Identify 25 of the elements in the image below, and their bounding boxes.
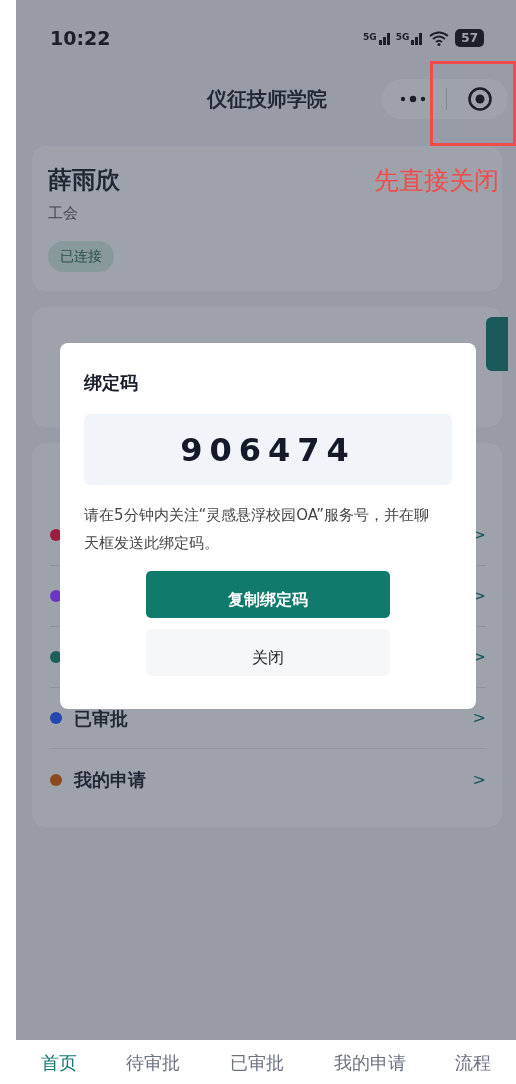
binding-code: 906474 [84, 414, 452, 485]
tab[interactable]: 我的申请 [329, 1048, 410, 1076]
tab[interactable]: 首页 [36, 1048, 81, 1076]
battery-icon: 57 [455, 29, 484, 47]
dialog-message: 请在5分钟内关注“灵感悬浮校园OA”服务号，并在聊天框发送此绑定码。 [84, 505, 431, 554]
status-badge: 已连接 [48, 240, 114, 272]
link-label[interactable]: 我的申请 [74, 766, 146, 793]
tab[interactable]: 已审批 [226, 1048, 288, 1076]
more-icon[interactable] [400, 95, 426, 103]
dialog-title: 绑定码 [84, 371, 139, 395]
annotation-text: 先直接关闭 [374, 165, 499, 197]
wifi-icon [429, 30, 450, 46]
copy-button[interactable]: 复制绑定码 [146, 571, 390, 618]
link-label[interactable]: 已审批 [74, 704, 128, 732]
tab[interactable]: 流程 [451, 1048, 496, 1076]
capsule-menu[interactable] [382, 79, 508, 119]
close-button[interactable]: 关闭 [146, 629, 390, 676]
department-label: 工会 [48, 203, 79, 224]
user-name: 薛雨欣 [48, 165, 120, 196]
tab[interactable]: 待审批 [122, 1048, 185, 1076]
status-time: 10:22 [50, 25, 111, 51]
chevron[interactable]: > [472, 706, 486, 730]
page-title: 仪征技师学院 [207, 86, 327, 113]
chevron[interactable]: > [472, 767, 486, 792]
close-icon[interactable] [467, 86, 493, 112]
